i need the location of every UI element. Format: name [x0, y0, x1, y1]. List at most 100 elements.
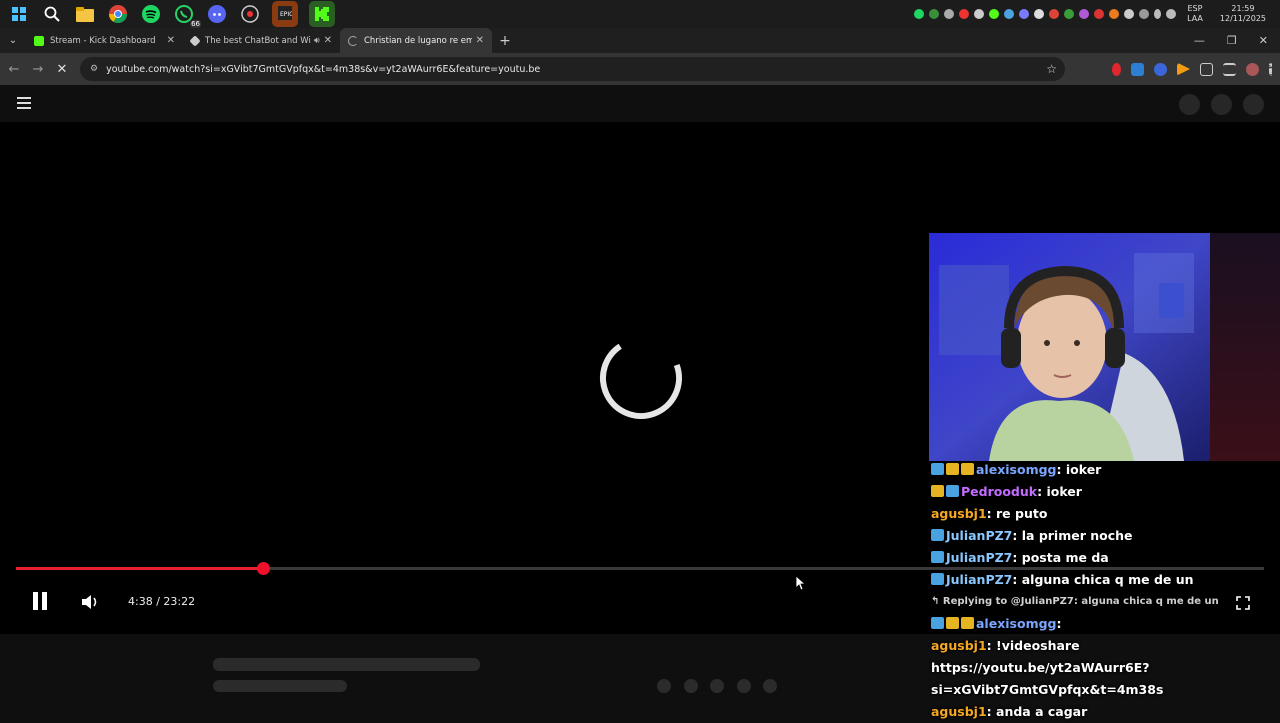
browser-menu-icon[interactable] [1269, 62, 1272, 76]
action-skeleton [710, 679, 724, 693]
chat-badge-icon [931, 573, 944, 585]
chat-text: anda a cagar [996, 704, 1088, 719]
chat-message: JulianPZ7: posta me da [931, 547, 1280, 569]
search-icon[interactable] [41, 3, 63, 25]
tray-app-icon[interactable] [1019, 9, 1030, 19]
discord-icon[interactable] [206, 3, 228, 25]
clock-date: 12/11/2025 [1219, 14, 1266, 23]
chat-username: JulianPZ7 [946, 528, 1013, 543]
tray-app-icon[interactable] [929, 9, 940, 19]
chat-separator: : [1012, 550, 1022, 565]
hamburger-menu-icon[interactable] [17, 97, 31, 112]
close-tab-icon[interactable]: ✕ [324, 35, 332, 46]
tab-title: Christian de lugano re empasta [364, 35, 472, 46]
system-clock[interactable]: 21:59 12/11/2025 [1220, 4, 1266, 24]
chat-username: alexisomgg [976, 462, 1057, 477]
webcam-overlay [929, 233, 1210, 461]
chat-username: Pedrooduk [961, 484, 1038, 499]
placeholder-circle [1211, 94, 1232, 115]
header-placeholder-icons [1179, 94, 1264, 115]
file-explorer-icon[interactable] [74, 3, 96, 25]
language-indicator[interactable]: ESP LAA [1187, 4, 1203, 24]
windows-start-icon[interactable] [8, 3, 30, 25]
chrome-icon[interactable] [107, 3, 129, 25]
epic-games-icon[interactable]: EPIC [272, 1, 298, 27]
chat-badge-icon [946, 463, 959, 475]
close-tab-icon[interactable]: ✕ [476, 35, 484, 46]
chat-message-continuation: si=xGVibt7GmtGVpfqx&t=4m38s [931, 682, 1164, 697]
chrome-tray-icon[interactable] [1049, 9, 1060, 19]
microphone-icon[interactable] [1154, 9, 1162, 19]
stop-loading-icon[interactable]: ✕ [50, 62, 74, 77]
volume-button[interactable] [82, 594, 100, 614]
tray-app-icon[interactable] [1124, 9, 1135, 19]
extension-play-icon[interactable] [1177, 62, 1190, 76]
tab-kick-dashboard[interactable]: Stream - Kick Dashboard ✕ [26, 28, 183, 53]
extension-red-icon[interactable] [1112, 62, 1121, 76]
kick-icon[interactable] [309, 1, 335, 27]
chat-separator: : [1012, 528, 1022, 543]
time-display: 4:38 / 23:22 [128, 595, 196, 608]
chat-message: Pedrooduk: ioker [931, 481, 1280, 503]
keyboard-layout: LAA [1187, 14, 1203, 23]
window-controls: — ❐ ✕ [1194, 28, 1280, 53]
forward-arrow-icon[interactable]: → [26, 62, 50, 77]
spotify-tray-icon[interactable] [914, 9, 925, 19]
new-tab-button[interactable]: + [492, 33, 518, 49]
tab-chatbot[interactable]: The best ChatBot and Widg 🔊︎ ✕ [183, 28, 340, 53]
tray-app-icon[interactable] [959, 9, 970, 19]
clock-app-icon[interactable] [239, 3, 261, 25]
kick-tray-icon[interactable] [989, 9, 1000, 19]
bluetooth-icon[interactable] [974, 9, 985, 19]
chat-separator: : [986, 506, 997, 521]
tray-app-icon[interactable] [944, 9, 955, 19]
chat-username: agusbj1 [931, 704, 987, 719]
media-controls-icon[interactable] [1223, 62, 1236, 76]
pause-button[interactable] [32, 592, 48, 614]
chat-text: re puto [996, 506, 1048, 521]
maximize-icon[interactable]: ❐ [1227, 34, 1237, 47]
tray-app-icon[interactable] [1064, 9, 1075, 19]
system-tray: ESP LAA 21:59 12/11/2025 [914, 0, 1280, 28]
volume-icon[interactable] [1166, 9, 1177, 19]
tab-youtube-video[interactable]: Christian de lugano re empasta ✕ [340, 28, 492, 53]
progress-scrubber-handle[interactable] [257, 562, 270, 575]
reply-text: Replying to @JulianPZ7: alguna chica q m… [942, 596, 1219, 607]
extension-wave-icon[interactable] [1154, 62, 1167, 76]
chat-badge-icon [946, 617, 959, 629]
spotify-icon[interactable] [140, 3, 162, 25]
extension-translate-icon[interactable] [1131, 62, 1144, 76]
tray-app-icon[interactable] [1034, 9, 1045, 19]
chat-badge-icon [931, 463, 944, 475]
youtube-header [0, 85, 1280, 122]
mouse-cursor-icon [796, 576, 806, 591]
tray-app-icon[interactable] [1079, 9, 1090, 19]
chat-badge-icon [931, 485, 944, 497]
extensions-puzzle-icon[interactable] [1200, 62, 1213, 76]
site-info-icon[interactable]: ⚙︎ [90, 64, 98, 74]
chat-message: JulianPZ7: la primer noche [931, 525, 1280, 547]
loading-spinner-icon [600, 337, 682, 419]
placeholder-circle [1243, 94, 1264, 115]
chat-separator: : [986, 704, 997, 719]
whatsapp-icon[interactable]: 66 [173, 3, 201, 28]
bookmark-star-icon[interactable]: ☆ [1046, 62, 1057, 76]
audio-playing-icon[interactable]: 🔊︎ [314, 36, 320, 46]
minimize-icon[interactable]: — [1194, 34, 1205, 47]
chat-separator: : [1056, 462, 1066, 477]
close-window-icon[interactable]: ✕ [1259, 34, 1268, 47]
profile-avatar[interactable] [1246, 62, 1259, 76]
close-tab-icon[interactable]: ✕ [167, 35, 175, 46]
clock-time: 21:59 [1231, 4, 1255, 13]
browser-tab-strip: ⌄ Stream - Kick Dashboard ✕ The best Cha… [0, 28, 1280, 53]
placeholder-circle [1179, 94, 1200, 115]
tray-app-icon[interactable] [1094, 9, 1105, 19]
chat-username: agusbj1 [931, 638, 987, 653]
chat-text: posta me da [1021, 550, 1109, 565]
tab-search-icon[interactable]: ⌄ [0, 35, 26, 46]
address-bar[interactable]: ⚙︎ youtube.com/watch?si=xGVibt7GmtGVpfqx… [80, 57, 1065, 81]
tray-app-icon[interactable] [1004, 9, 1015, 19]
tray-app-icon[interactable] [1109, 9, 1120, 19]
tray-app-icon[interactable] [1139, 9, 1150, 19]
back-arrow-icon[interactable]: ← [2, 62, 26, 77]
